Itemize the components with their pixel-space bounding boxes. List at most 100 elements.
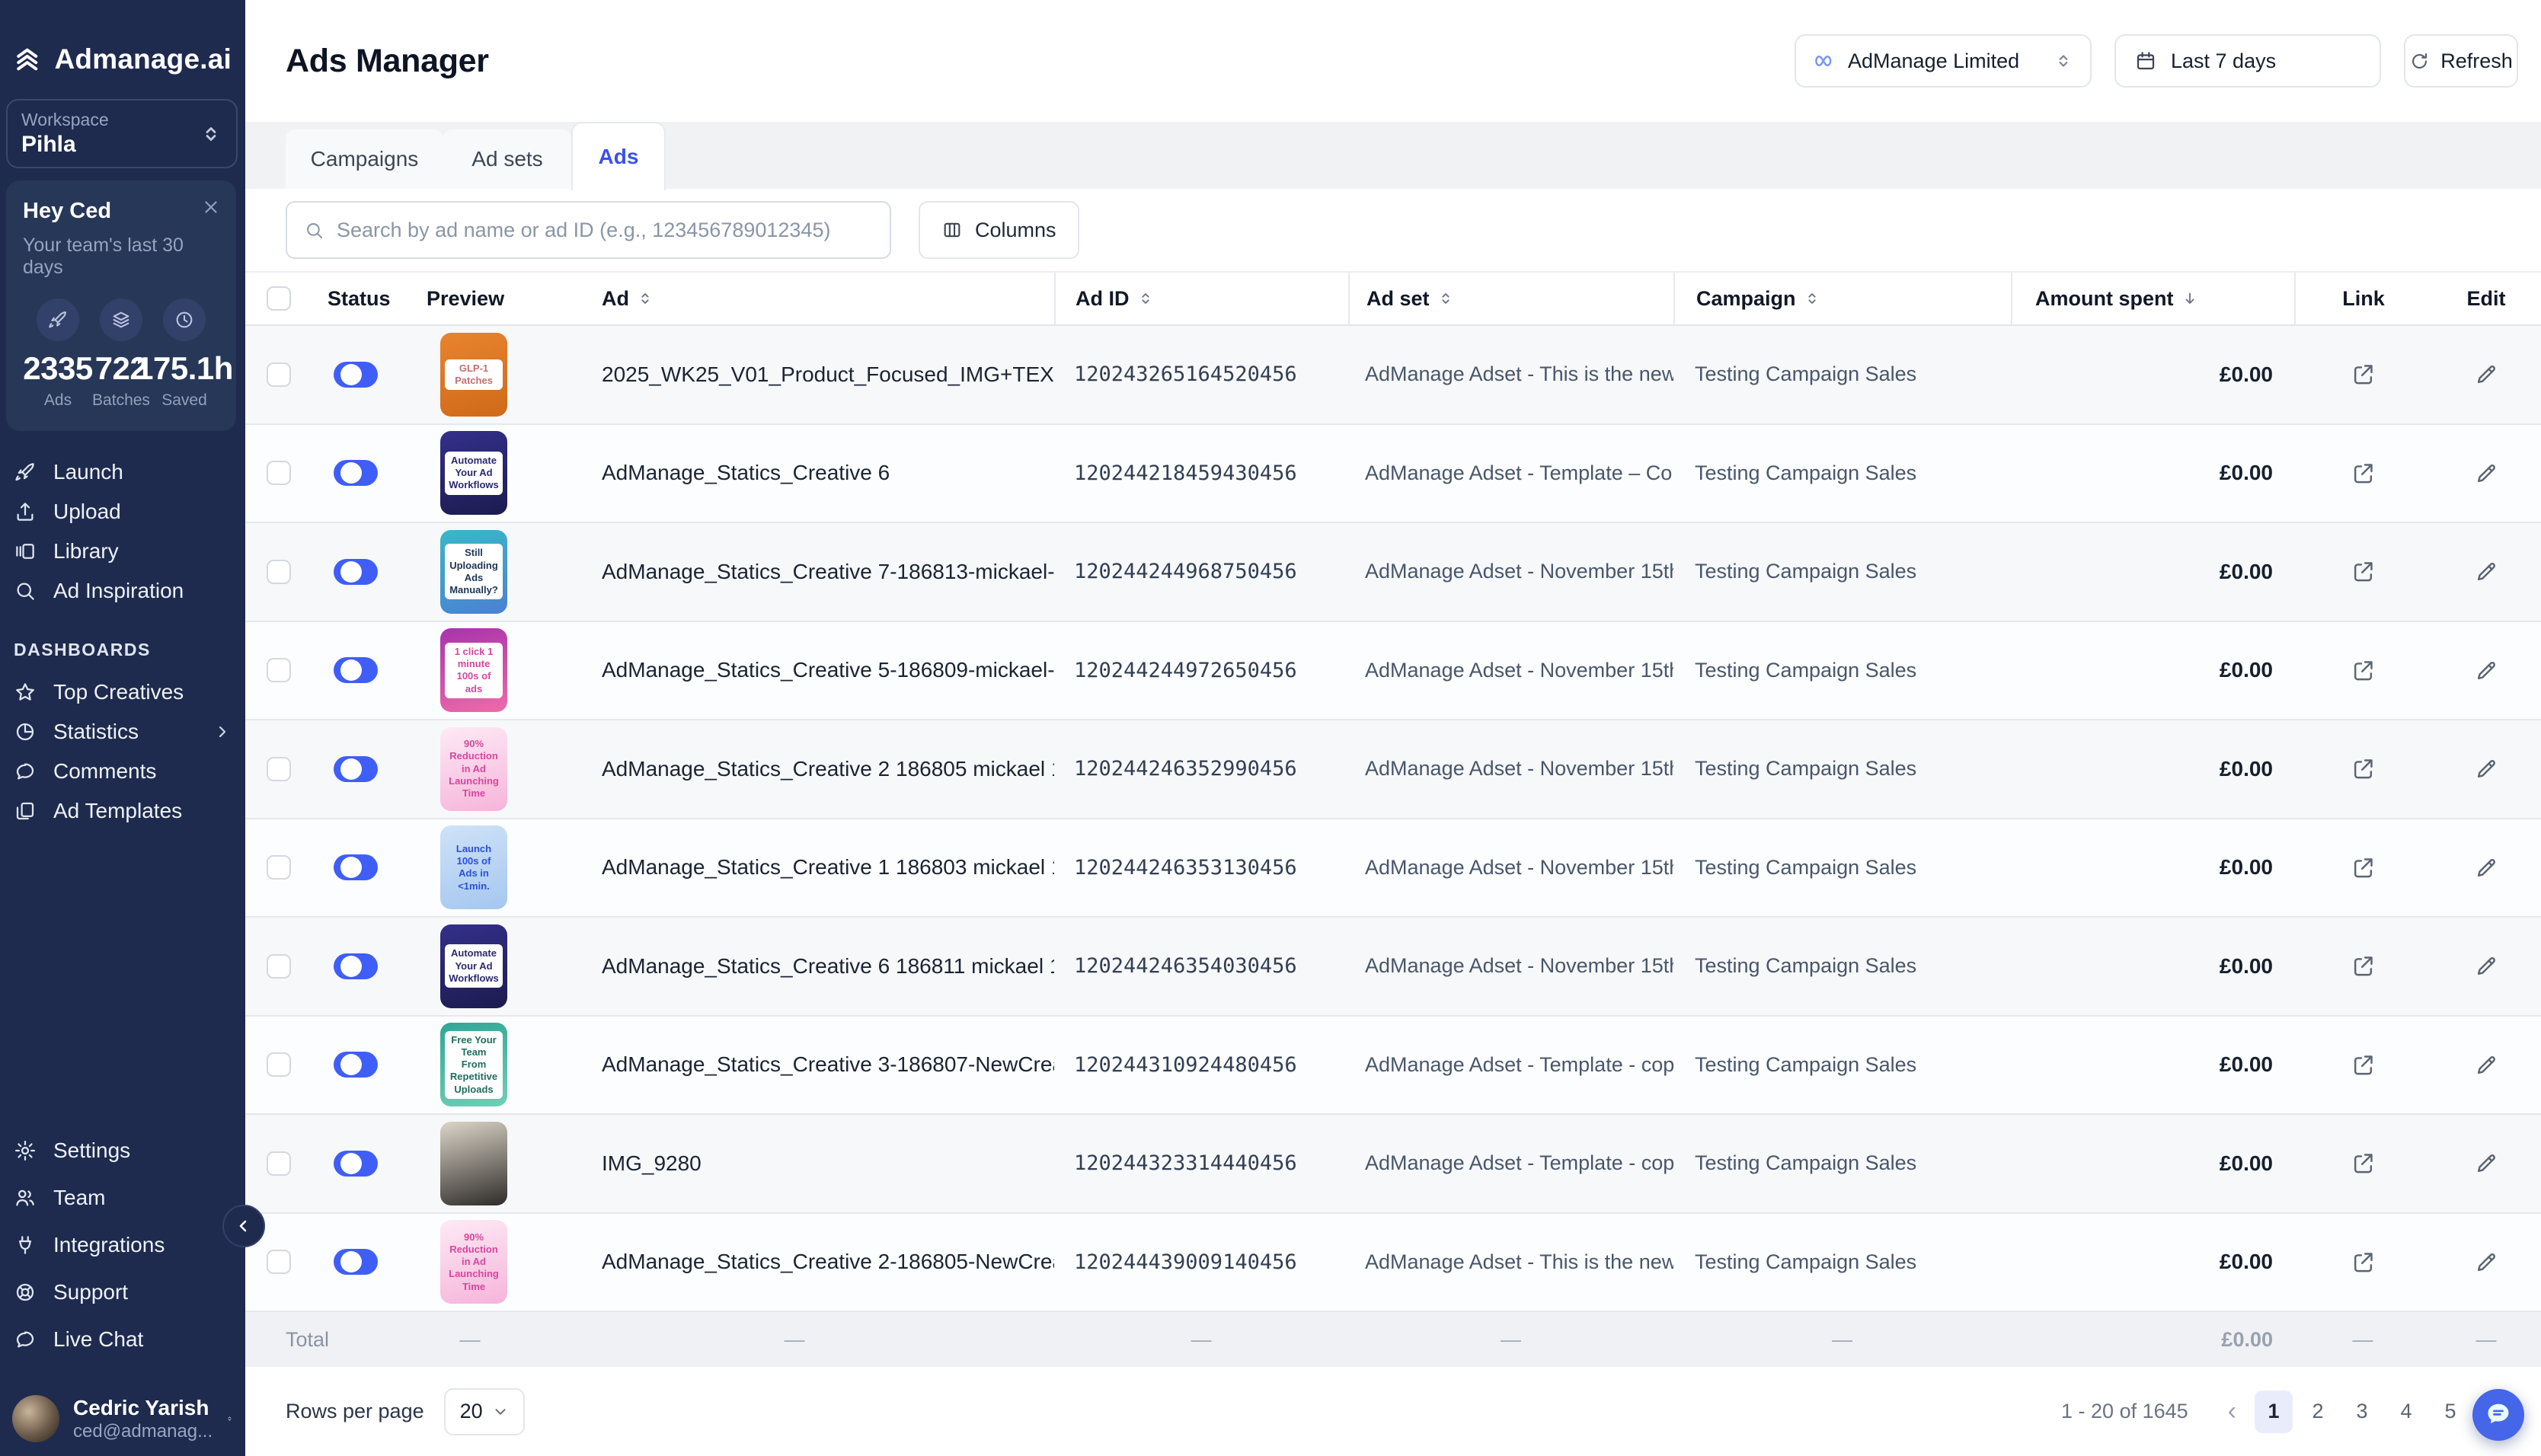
ad-name[interactable]: AdManage_Statics_Creative 1 186803 micka… — [535, 855, 1054, 880]
column-header-status[interactable]: Status — [299, 273, 405, 324]
ad-name[interactable]: AdManage_Statics_Creative 2-186805-NewCr… — [535, 1250, 1054, 1274]
tab-ads[interactable]: Ads — [571, 122, 666, 190]
ad-preview-thumb[interactable]: Automate Your Ad Workflows — [440, 431, 507, 515]
workspace-selector[interactable]: Workspace Pihla — [6, 99, 238, 168]
page-button[interactable]: 5 — [2431, 1391, 2469, 1433]
row-checkbox[interactable] — [267, 560, 291, 584]
status-toggle[interactable] — [334, 362, 378, 388]
edit-pencil-icon[interactable] — [2475, 1151, 2498, 1175]
row-checkbox[interactable] — [267, 757, 291, 781]
ad-preview-thumb[interactable]: Launch 100s of Ads in <1min. — [440, 825, 507, 909]
ad-preview-thumb[interactable]: Still Uploading Ads Manually? — [440, 530, 507, 614]
external-link-icon[interactable] — [2351, 362, 2375, 386]
status-toggle[interactable] — [334, 953, 378, 979]
status-toggle[interactable] — [334, 854, 378, 880]
ad-preview-thumb[interactable]: Automate Your Ad Workflows — [440, 924, 507, 1008]
ad-preview-thumb[interactable]: 90% Reduction in Ad Launching Time — [440, 1220, 507, 1304]
ad-name[interactable]: AdManage_Statics_Creative 3-186807-NewCr… — [535, 1052, 1054, 1077]
sidebar-item-ad-inspiration[interactable]: Ad Inspiration — [0, 571, 245, 611]
row-checkbox[interactable] — [267, 1250, 291, 1274]
sidebar-item-ad-templates[interactable]: Ad Templates — [0, 791, 245, 831]
sidebar-collapse-button[interactable] — [222, 1205, 265, 1247]
status-toggle[interactable] — [334, 756, 378, 782]
column-header-ad-id[interactable]: Ad ID — [1054, 273, 1348, 324]
row-checkbox[interactable] — [267, 855, 291, 880]
edit-pencil-icon[interactable] — [2475, 856, 2498, 880]
edit-pencil-icon[interactable] — [2475, 461, 2498, 485]
ad-name[interactable]: AdManage_Statics_Creative 2 186805 micka… — [535, 757, 1054, 781]
date-range-picker[interactable]: Last 7 days — [2114, 34, 2381, 88]
refresh-button[interactable]: Refresh — [2404, 34, 2518, 88]
tab-ad-sets[interactable]: Ad sets — [443, 129, 571, 189]
edit-pencil-icon[interactable] — [2475, 362, 2498, 386]
row-checkbox[interactable] — [267, 461, 291, 485]
edit-pencil-icon[interactable] — [2475, 1250, 2498, 1274]
column-header-ad-set[interactable]: Ad set — [1348, 273, 1673, 324]
external-link-icon[interactable] — [2351, 461, 2375, 485]
ad-name[interactable]: AdManage_Statics_Creative 6 — [535, 461, 1054, 485]
ad-name[interactable]: 2025_WK25_V01_Product_Focused_IMG+TEXT_( — [535, 362, 1054, 387]
status-toggle[interactable] — [334, 1151, 378, 1177]
status-toggle[interactable] — [334, 657, 378, 683]
external-link-icon[interactable] — [2351, 954, 2375, 978]
edit-pencil-icon[interactable] — [2475, 1053, 2498, 1077]
user-menu[interactable]: Cedric Yarish ced@admanag... — [0, 1394, 245, 1442]
page-button[interactable]: 4 — [2387, 1391, 2425, 1433]
edit-pencil-icon[interactable] — [2475, 560, 2498, 583]
ad-name[interactable]: AdManage_Statics_Creative 5-186809-micka… — [535, 658, 1054, 682]
status-toggle[interactable] — [334, 1052, 378, 1078]
pagination-prev-button[interactable]: ‹ — [2216, 1397, 2249, 1426]
external-link-icon[interactable] — [2351, 856, 2375, 880]
sidebar-item-settings[interactable]: Settings — [0, 1127, 245, 1174]
row-checkbox[interactable] — [267, 1052, 291, 1077]
status-toggle[interactable] — [334, 460, 378, 486]
sidebar-item-upload[interactable]: Upload — [0, 492, 245, 532]
edit-pencil-icon[interactable] — [2475, 659, 2498, 682]
ad-preview-thumb[interactable]: Free Your Team From Repetitive Uploads — [440, 1023, 507, 1106]
external-link-icon[interactable] — [2351, 757, 2375, 781]
sidebar-item-top-creatives[interactable]: Top Creatives — [0, 672, 245, 712]
column-header-campaign[interactable]: Campaign — [1673, 273, 2011, 324]
edit-pencil-icon[interactable] — [2475, 757, 2498, 781]
ad-preview-thumb[interactable]: GLP-1 Patches — [440, 333, 507, 417]
sidebar-item-integrations[interactable]: Integrations — [0, 1221, 245, 1269]
column-header-amount-spent[interactable]: Amount spent — [2011, 273, 2294, 324]
ad-name[interactable]: AdManage_Statics_Creative 7-186813-micka… — [535, 560, 1054, 584]
row-checkbox[interactable] — [267, 658, 291, 682]
ad-name[interactable]: IMG_9280 — [535, 1151, 1054, 1176]
sidebar-item-comments[interactable]: Comments — [0, 752, 245, 791]
ad-name[interactable]: AdManage_Statics_Creative 6 186811 micka… — [535, 954, 1054, 979]
row-checkbox[interactable] — [267, 1151, 291, 1176]
close-icon[interactable] — [201, 197, 221, 217]
page-button[interactable]: 3 — [2343, 1391, 2381, 1433]
external-link-icon[interactable] — [2351, 1151, 2375, 1175]
sidebar-item-live-chat[interactable]: Live Chat — [0, 1316, 245, 1363]
sidebar-item-statistics[interactable]: Statistics — [0, 712, 245, 752]
account-selector[interactable]: AdManage Limited — [1795, 34, 2092, 88]
row-checkbox[interactable] — [267, 362, 291, 387]
column-header-ad[interactable]: Ad — [535, 273, 1054, 324]
columns-button[interactable]: Columns — [919, 201, 1079, 259]
ad-preview-thumb[interactable] — [440, 1122, 507, 1205]
rows-per-page-select[interactable]: 20 — [444, 1388, 525, 1435]
sidebar-item-team[interactable]: Team — [0, 1174, 245, 1221]
page-button[interactable]: 2 — [2299, 1391, 2337, 1433]
external-link-icon[interactable] — [2351, 1053, 2375, 1077]
sidebar-item-launch[interactable]: Launch — [0, 452, 245, 492]
ad-preview-thumb[interactable]: 90% Reduction in Ad Launching Time — [440, 727, 507, 811]
column-header-preview[interactable]: Preview — [405, 273, 535, 324]
chat-widget-button[interactable] — [2472, 1389, 2524, 1441]
status-toggle[interactable] — [334, 1249, 378, 1275]
ad-preview-thumb[interactable]: 1 click 1 minute 100s of ads — [440, 628, 507, 712]
external-link-icon[interactable] — [2351, 1250, 2375, 1274]
search-input[interactable] — [337, 219, 873, 242]
external-link-icon[interactable] — [2351, 560, 2375, 583]
edit-pencil-icon[interactable] — [2475, 954, 2498, 978]
sidebar-item-library[interactable]: Library — [0, 532, 245, 571]
status-toggle[interactable] — [334, 559, 378, 585]
tab-campaigns[interactable]: Campaigns — [286, 129, 443, 189]
sidebar-item-support[interactable]: Support — [0, 1269, 245, 1316]
row-checkbox[interactable] — [267, 954, 291, 979]
page-button[interactable]: 1 — [2255, 1391, 2293, 1433]
select-all-checkbox[interactable] — [267, 286, 291, 311]
